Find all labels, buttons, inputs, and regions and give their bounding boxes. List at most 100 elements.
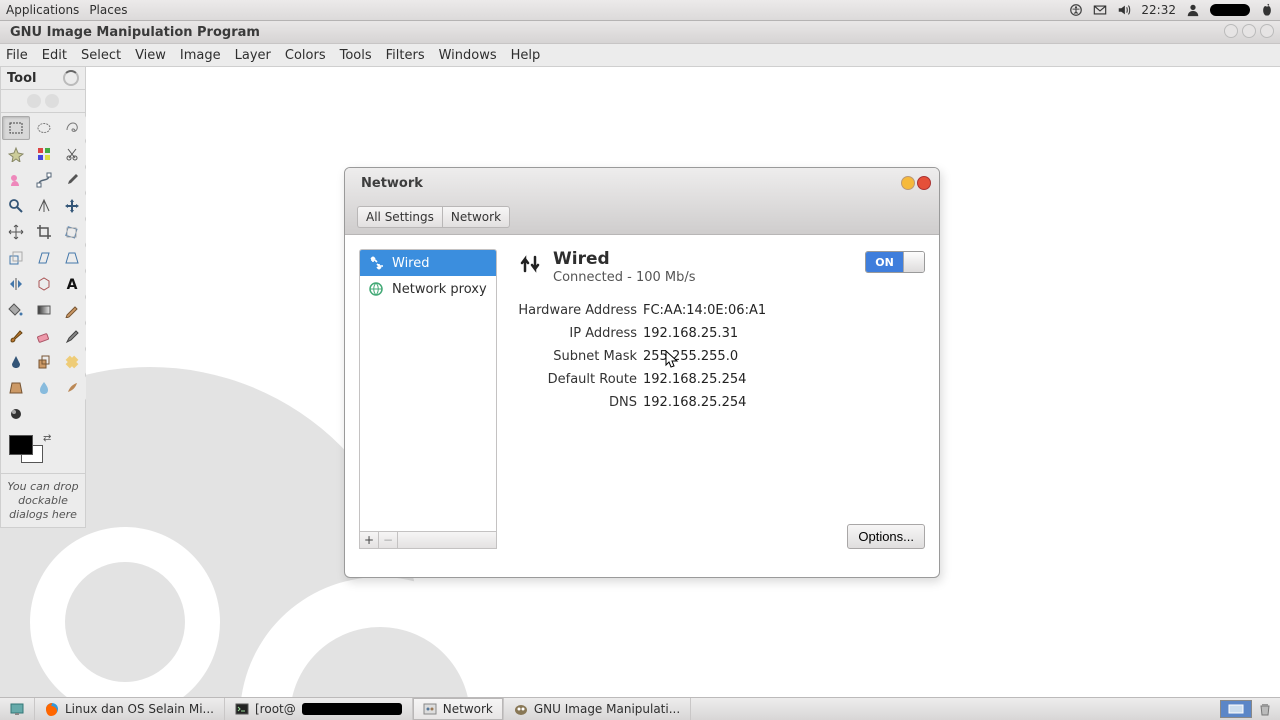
perspective-clone-tool[interactable] <box>2 376 30 400</box>
heal-tool[interactable] <box>58 350 86 374</box>
rotate-tool[interactable] <box>58 220 86 244</box>
color-picker-tool[interactable] <box>58 168 86 192</box>
info-value: 192.168.25.254 <box>643 372 915 387</box>
task-label: Network <box>443 702 493 716</box>
sidebar-item-wired[interactable]: Wired <box>360 250 496 276</box>
dialog-title-bar[interactable]: Network All Settings Network <box>345 168 939 235</box>
shear-tool[interactable] <box>30 246 58 270</box>
sidebar-item-label: Network proxy <box>392 282 487 297</box>
places-menu[interactable]: Places <box>89 3 127 17</box>
toolbox-panel: Tool A <box>0 67 86 528</box>
dialog-close-button[interactable] <box>917 176 931 190</box>
rect-select-tool[interactable] <box>2 116 30 140</box>
crumb-network[interactable]: Network <box>442 206 510 228</box>
clone-tool[interactable] <box>30 350 58 374</box>
menu-layer[interactable]: Layer <box>235 48 271 63</box>
trash-icon[interactable] <box>1258 702 1272 716</box>
menu-view[interactable]: View <box>135 48 166 63</box>
blur-tool[interactable] <box>30 376 58 400</box>
minimize-button[interactable] <box>1224 24 1238 38</box>
task-network[interactable]: Network <box>413 698 504 720</box>
fg-color-swatch[interactable] <box>9 435 33 455</box>
perspective-tool[interactable] <box>58 246 86 270</box>
wilber-icon <box>27 94 41 108</box>
bg-art <box>65 562 185 682</box>
options-button[interactable]: Options... <box>847 524 925 549</box>
menu-filters[interactable]: Filters <box>386 48 425 63</box>
applications-menu[interactable]: Applications <box>6 3 79 17</box>
text-tool[interactable]: A <box>58 272 86 296</box>
foreground-select-tool[interactable] <box>2 168 30 192</box>
connection-title: Wired <box>553 249 696 269</box>
color-swatches[interactable]: ⇄ <box>5 433 81 469</box>
maximize-button[interactable] <box>1242 24 1256 38</box>
align-tool[interactable] <box>2 220 30 244</box>
menu-tools[interactable]: Tools <box>340 48 372 63</box>
bucket-fill-tool[interactable] <box>2 298 30 322</box>
zoom-tool[interactable] <box>2 194 30 218</box>
blend-tool[interactable] <box>30 298 58 322</box>
dialog-minimize-button[interactable] <box>901 176 915 190</box>
info-label: Subnet Mask <box>517 349 637 364</box>
dodge-burn-tool[interactable] <box>2 402 30 426</box>
task-terminal[interactable]: [root@ <box>225 698 413 720</box>
menu-select[interactable]: Select <box>81 48 121 63</box>
move-tool[interactable] <box>58 194 86 218</box>
volume-icon[interactable] <box>1117 3 1131 17</box>
task-firefox[interactable]: Linux dan OS Selain Mi... <box>35 698 225 720</box>
ink-tool[interactable] <box>2 350 30 374</box>
terminal-icon <box>235 702 249 716</box>
menu-file[interactable]: File <box>6 48 28 63</box>
crop-tool[interactable] <box>30 220 58 244</box>
cage-tool[interactable] <box>30 272 58 296</box>
info-label: Hardware Address <box>517 303 637 318</box>
menu-edit[interactable]: Edit <box>42 48 67 63</box>
menu-help[interactable]: Help <box>511 48 541 63</box>
task-label: [root@ <box>255 702 296 716</box>
user-icon[interactable] <box>1186 3 1200 17</box>
pencil-tool[interactable] <box>58 298 86 322</box>
workspace-switcher[interactable] <box>1220 700 1252 718</box>
smudge-tool[interactable] <box>58 376 86 400</box>
eraser-tool[interactable] <box>30 324 58 348</box>
app-title-bar: GNU Image Manipulation Program <box>0 21 1280 44</box>
scissors-tool[interactable] <box>58 142 86 166</box>
clock[interactable]: 22:32 <box>1141 3 1176 17</box>
close-button[interactable] <box>1260 24 1274 38</box>
breadcrumb: All Settings Network <box>357 206 510 228</box>
svg-text:A: A <box>67 277 78 292</box>
proxy-icon <box>368 281 384 297</box>
paths-tool[interactable] <box>30 168 58 192</box>
fuzzy-select-tool[interactable] <box>2 142 30 166</box>
swap-colors-icon[interactable]: ⇄ <box>43 433 51 444</box>
system-top-bar: Applications Places 22:32 <box>0 0 1280 21</box>
sidebar-item-proxy[interactable]: Network proxy <box>360 276 496 302</box>
connection-toggle[interactable]: ON <box>865 251 925 273</box>
measure-tool[interactable] <box>30 194 58 218</box>
mail-icon[interactable] <box>1093 3 1107 17</box>
color-select-tool[interactable] <box>30 142 58 166</box>
toggle-on-label: ON <box>866 252 903 272</box>
accessibility-icon[interactable] <box>1069 3 1083 17</box>
add-connection-button[interactable]: + <box>360 532 379 548</box>
menu-colors[interactable]: Colors <box>285 48 326 63</box>
task-gimp[interactable]: GNU Image Manipulati... <box>504 698 691 720</box>
remove-connection-button[interactable]: − <box>379 532 398 548</box>
ellipse-select-tool[interactable] <box>30 116 58 140</box>
workspace: Tool A <box>0 67 1280 701</box>
apple-icon[interactable] <box>1260 3 1274 17</box>
wired-icon <box>368 255 384 271</box>
show-desktop-button[interactable] <box>0 698 35 720</box>
info-label: Default Route <box>517 372 637 387</box>
flip-tool[interactable] <box>2 272 30 296</box>
app-title: GNU Image Manipulation Program <box>10 25 260 40</box>
scale-tool[interactable] <box>2 246 30 270</box>
desktop-icon <box>10 702 24 716</box>
airbrush-tool[interactable] <box>58 324 86 348</box>
paintbrush-tool[interactable] <box>2 324 30 348</box>
menu-image[interactable]: Image <box>180 48 221 63</box>
crumb-all-settings[interactable]: All Settings <box>357 206 442 228</box>
menu-windows[interactable]: Windows <box>439 48 497 63</box>
free-select-tool[interactable] <box>58 116 86 140</box>
info-value: FC:AA:14:0E:06:A1 <box>643 303 915 318</box>
